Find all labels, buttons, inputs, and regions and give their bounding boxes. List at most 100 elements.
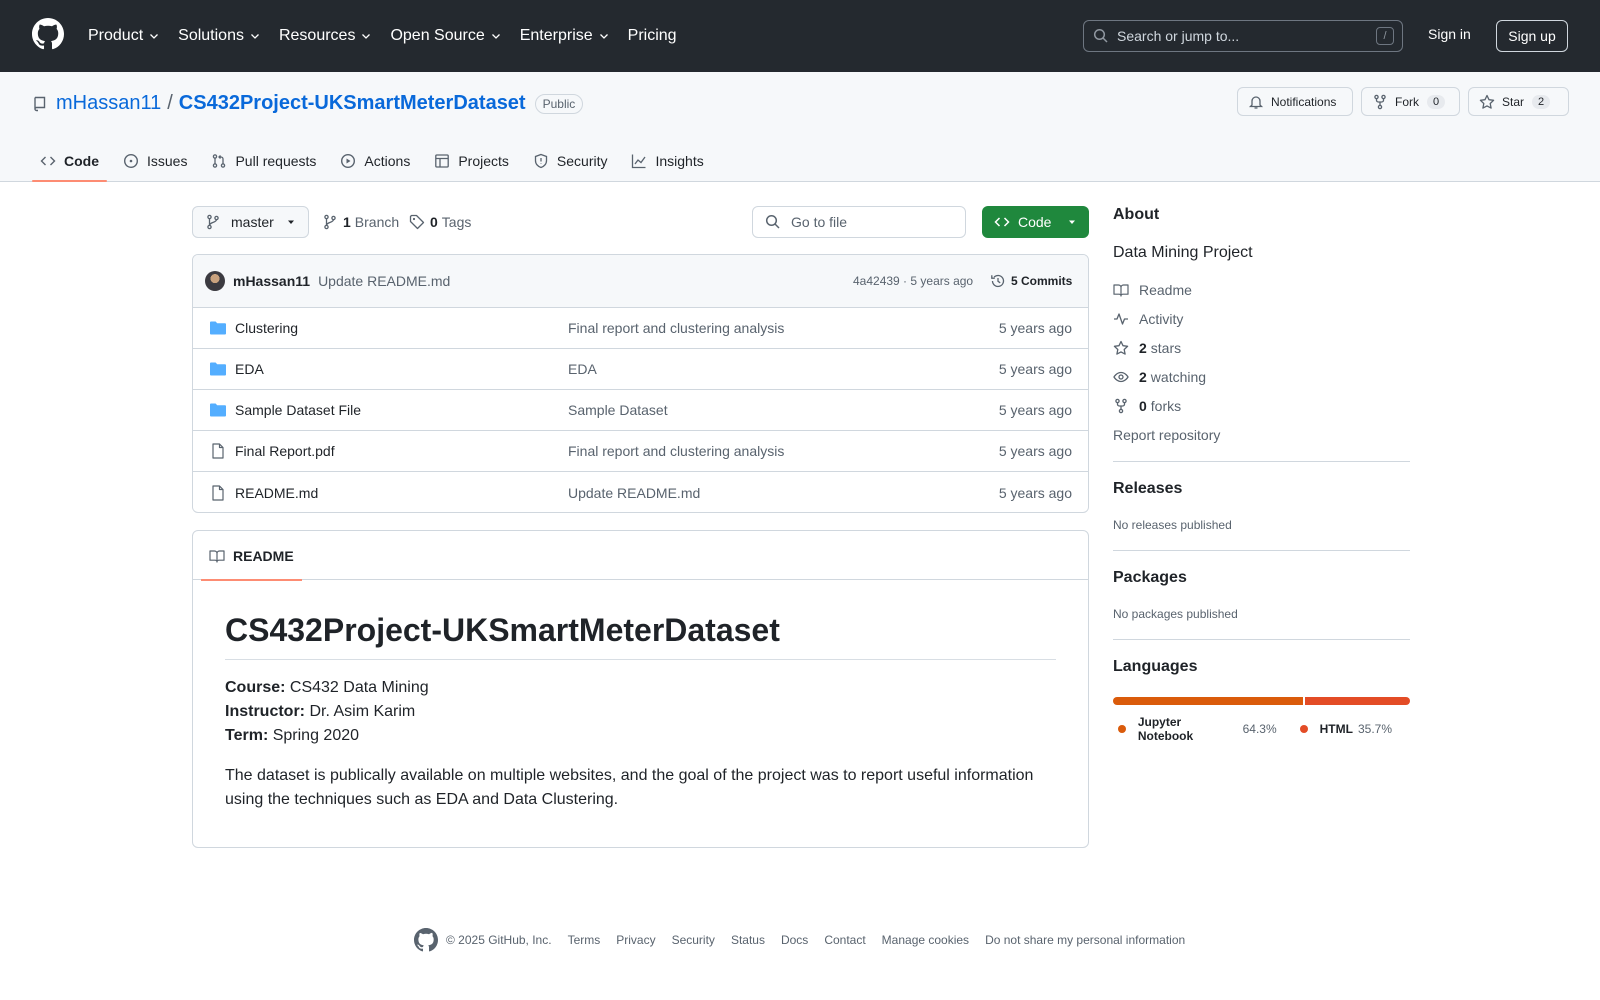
footer-copyright: © 2025 GitHub, Inc. — [446, 933, 552, 947]
folder-icon — [210, 362, 226, 376]
commit-hash-time[interactable]: 4a42439 · 5 years ago — [853, 274, 973, 288]
nav-open-source-label: Open Source — [390, 27, 485, 44]
course-line: Course: CS432 Data Mining — [225, 676, 1056, 700]
term-label: Term: — [225, 727, 269, 744]
releases-text: No releases published — [1113, 518, 1232, 532]
nav-product[interactable]: Product — [88, 27, 160, 45]
shield-icon — [534, 153, 548, 169]
watching-link[interactable]: 2 watching — [1113, 369, 1410, 385]
language-name: Jupyter Notebook — [1137, 715, 1194, 743]
activity-link[interactable]: Activity — [1113, 311, 1410, 327]
commits-link[interactable]: 5 Commits — [990, 273, 1072, 289]
notifications-button[interactable]: Notifications — [1237, 87, 1353, 116]
forks-link[interactable]: 0 forks — [1113, 398, 1410, 414]
github-logo-icon[interactable] — [32, 18, 64, 50]
go-to-file-input[interactable]: Go to file — [752, 206, 966, 238]
eye-icon — [1113, 371, 1129, 383]
readme-link[interactable]: Readme — [1113, 282, 1410, 298]
tab-pull-requests[interactable]: Pull requests — [203, 140, 324, 182]
footer-link-contact[interactable]: Contact — [824, 933, 865, 947]
file-commit-message[interactable]: Update README.md — [568, 485, 700, 501]
footer-link-manage-cookies[interactable]: Manage cookies — [882, 933, 969, 947]
tab-security[interactable]: Security — [525, 140, 616, 182]
file-commit-message[interactable]: Sample Dataset — [568, 402, 668, 418]
footer-link-status[interactable]: Status — [731, 933, 765, 947]
report-repository-link[interactable]: Report repository — [1113, 427, 1410, 443]
commit-author[interactable]: mHassan11 — [233, 273, 310, 289]
tab-issues[interactable]: Issues — [115, 140, 195, 182]
chevron-down-icon — [362, 34, 371, 39]
file-date: 5 years ago — [998, 443, 1072, 459]
language-item[interactable]: Jupyter Notebook 64.3% — [1118, 715, 1277, 743]
footer: © 2025 GitHub, Inc. Terms Privacy Securi… — [414, 928, 1201, 952]
caret-down-icon — [288, 220, 294, 224]
commit-message[interactable]: Update README.md — [318, 273, 450, 289]
branch-label: Branch — [354, 214, 400, 230]
star-button[interactable]: Star 2 — [1468, 87, 1569, 116]
nav-product-label: Product — [88, 27, 144, 44]
chevron-down-icon — [491, 34, 500, 39]
language-item[interactable]: HTML 35.7% — [1299, 715, 1392, 743]
file-name[interactable]: Sample Dataset File — [235, 402, 361, 418]
tab-insights[interactable]: Insights — [623, 140, 711, 182]
file-name[interactable]: Final Report.pdf — [235, 443, 335, 459]
sign-in-link[interactable]: Sign in — [1428, 26, 1471, 42]
instructor-label: Instructor: — [225, 703, 305, 720]
tab-projects[interactable]: Projects — [426, 140, 517, 182]
file-commit-message[interactable]: Final report and clustering analysis — [568, 320, 784, 336]
table-icon — [435, 154, 450, 168]
bell-icon — [1248, 95, 1264, 109]
file-name[interactable]: EDA — [235, 361, 264, 377]
file-row[interactable]: EDA EDA 5 years ago — [193, 349, 1088, 390]
tab-actions[interactable]: Actions — [332, 140, 418, 182]
tag-label: Tags — [441, 214, 472, 230]
file-row[interactable]: README.md Update README.md 5 years ago — [193, 472, 1088, 512]
visibility-badge: Public — [534, 93, 584, 114]
footer-link-docs[interactable]: Docs — [781, 933, 808, 947]
stars-link[interactable]: 2 stars — [1113, 340, 1410, 356]
code-icon — [40, 156, 56, 166]
tab-code[interactable]: Code — [32, 140, 107, 182]
nav-open-source[interactable]: Open Source — [390, 27, 501, 45]
file-row[interactable]: Sample Dataset File Sample Dataset 5 yea… — [193, 390, 1088, 431]
language-color-dot — [1299, 725, 1308, 733]
branches-link[interactable]: 1 Branch — [322, 214, 399, 230]
file-row[interactable]: Final Report.pdf Final report and cluste… — [193, 431, 1088, 472]
github-logo-icon[interactable] — [414, 928, 438, 952]
branch-selector[interactable]: master — [192, 206, 309, 238]
footer-link-security[interactable]: Security — [672, 933, 715, 947]
sign-up-button[interactable]: Sign up — [1496, 20, 1568, 52]
file-commit-message[interactable]: Final report and clustering analysis — [568, 443, 784, 459]
play-icon — [341, 153, 356, 169]
repo-name-link[interactable]: CS432Project-UKSmartMeterDataset — [179, 92, 526, 115]
watching-label: watching — [1150, 369, 1207, 385]
readme-tab[interactable]: README — [201, 531, 302, 581]
search-input[interactable]: Search or jump to... / — [1083, 20, 1403, 52]
tab-insights-label: Insights — [655, 153, 704, 169]
footer-link-terms[interactable]: Terms — [568, 933, 601, 947]
nav-enterprise[interactable]: Enterprise — [520, 27, 610, 45]
go-to-file-placeholder: Go to file — [791, 214, 848, 230]
repo-owner-link[interactable]: mHassan11 — [56, 92, 161, 115]
readme-title: CS432Project-UKSmartMeterDataset — [225, 612, 1056, 660]
nav-pricing[interactable]: Pricing — [628, 27, 677, 45]
file-name[interactable]: README.md — [235, 485, 318, 501]
fork-button[interactable]: Fork 0 — [1361, 87, 1460, 116]
term-line: Term: Spring 2020 — [225, 724, 1056, 748]
language-color-dot — [1118, 725, 1126, 733]
nav-resources[interactable]: Resources — [279, 27, 372, 45]
fork-count: 0 — [1427, 94, 1446, 109]
footer-link-privacy[interactable]: Privacy — [616, 933, 655, 947]
packages-heading[interactable]: Packages — [1113, 569, 1410, 587]
tags-link[interactable]: 0 Tags — [409, 214, 471, 230]
file-commit-message[interactable]: EDA — [568, 361, 597, 377]
readme-header: README — [193, 531, 1088, 581]
languages-heading: Languages — [1113, 658, 1198, 675]
footer-link-do-not-share[interactable]: Do not share my personal information — [985, 933, 1185, 947]
releases-heading[interactable]: Releases — [1113, 480, 1410, 498]
avatar[interactable] — [205, 271, 225, 291]
code-button[interactable]: Code — [982, 206, 1089, 238]
file-name[interactable]: Clustering — [235, 320, 298, 336]
nav-solutions[interactable]: Solutions — [178, 27, 261, 45]
file-row[interactable]: Clustering Final report and clustering a… — [193, 308, 1088, 349]
